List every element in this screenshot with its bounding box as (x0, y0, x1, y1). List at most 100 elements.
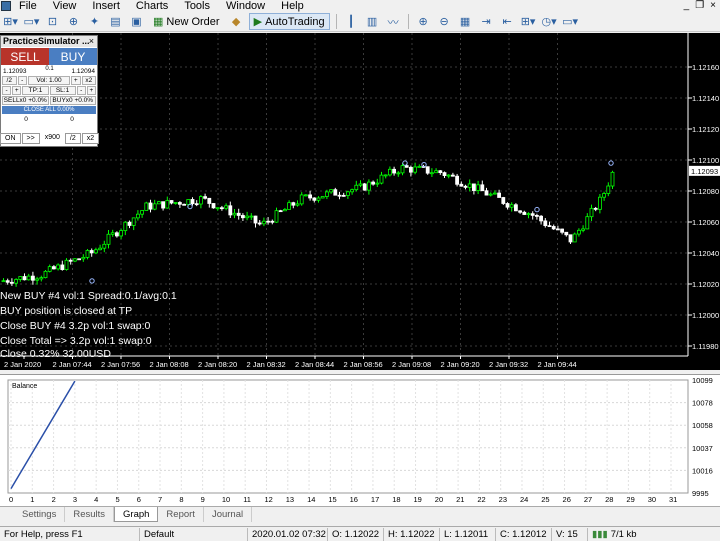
minimize-button[interactable]: _ (684, 0, 690, 12)
volume-plus-button[interactable]: + (71, 76, 81, 85)
price-label: 1.12140 (692, 94, 719, 103)
candlestick-icon[interactable]: ▥ (364, 13, 381, 30)
candle-body (131, 217, 136, 226)
candle-body (123, 221, 128, 232)
restore-button[interactable]: ❐ (695, 0, 704, 12)
time-label: 2 Jan 09:32 (489, 360, 528, 369)
metaeditor-icon[interactable]: ◆ (228, 13, 245, 30)
speed-on-button[interactable]: ON (0, 133, 21, 144)
toolbar-separator (335, 14, 337, 29)
chart-shift-icon[interactable]: ⇤ (499, 13, 516, 30)
trade-log-line: New BUY #4 vol:1 Spread:0.1/avg:0.1 (0, 290, 177, 302)
menu-tools[interactable]: Tools (176, 0, 218, 12)
traffic-text: 7/1 kb (610, 528, 637, 540)
terminal-icon[interactable]: ▤ (107, 13, 124, 30)
volume-minus-button[interactable]: - (17, 76, 27, 85)
sl-minus-button[interactable]: - (76, 86, 86, 95)
tab-journal[interactable]: Journal (204, 507, 253, 522)
tab-results[interactable]: Results (65, 507, 115, 522)
menu-window[interactable]: Window (218, 0, 273, 12)
tp-plus-button[interactable]: + (12, 86, 22, 95)
candle-body (551, 226, 556, 230)
candle-body (341, 194, 346, 197)
line-chart-icon[interactable]: 〰 (385, 13, 402, 30)
tile-windows-icon[interactable]: ▦ (457, 13, 474, 30)
templates-icon[interactable]: ▭▾ (562, 13, 579, 30)
data-window-icon[interactable]: ⊕ (65, 13, 82, 30)
volume-half-button[interactable]: /2 (2, 76, 17, 85)
tab-report[interactable]: Report (158, 507, 204, 522)
volume-field[interactable]: Vol: 1.00 (28, 76, 70, 85)
balance-x-label: 17 (371, 495, 379, 504)
indicators-icon[interactable]: ⊞▾ (520, 13, 537, 30)
menu-charts[interactable]: Charts (128, 0, 176, 12)
price-chart[interactable]: 1.12160 1.12140 1.12120 1.12100 1.12080 1.120… (0, 33, 720, 370)
periods-icon[interactable]: ◷▾ (541, 13, 558, 30)
candle-body (156, 201, 161, 205)
candle-body (5, 280, 10, 283)
panel-close-button[interactable]: × (89, 36, 94, 47)
bar-chart-icon[interactable]: ┃ (343, 13, 360, 30)
autoscroll-icon[interactable]: ⇥ (478, 13, 495, 30)
navigator-icon[interactable]: ✦ (86, 13, 103, 30)
new-chart-icon[interactable]: ⊞▾ (2, 13, 19, 30)
menu-file[interactable]: File (11, 0, 45, 12)
sell-button[interactable]: SELL (1, 48, 49, 65)
zoom-in-icon[interactable]: ⊕ (415, 13, 432, 30)
candle-body (530, 213, 535, 216)
app-icon[interactable] (1, 1, 11, 11)
candle-body (543, 220, 548, 227)
balance-x-label: 13 (286, 495, 294, 504)
new-order-button[interactable]: ▦ New Order (149, 13, 224, 30)
sl-field[interactable]: SL:1 (49, 86, 76, 95)
candle-body (413, 166, 418, 173)
candle-body (497, 192, 502, 198)
trade-marker (608, 160, 614, 166)
candle-body (177, 202, 182, 205)
menu-help[interactable]: Help (273, 0, 312, 12)
close-window-button[interactable]: × (710, 0, 716, 12)
candle-body (476, 184, 481, 191)
balance-x-label: 0 (9, 495, 13, 504)
fast-forward-button[interactable]: >> (21, 133, 40, 144)
candle-body (119, 230, 123, 237)
buy-button[interactable]: BUY (49, 48, 97, 65)
sl-plus-button[interactable]: + (86, 86, 96, 95)
strategy-tester-icon[interactable]: ▣ (128, 13, 145, 30)
candle-body (446, 174, 451, 177)
volume-double-button[interactable]: x2 (81, 76, 96, 85)
close-all-button[interactable]: CLOSE ALL 0.00% (2, 106, 96, 114)
candle-body (371, 181, 376, 185)
balance-x-label: 7 (158, 495, 162, 504)
candle-body (219, 207, 224, 210)
autotrading-button[interactable]: ▶ AutoTrading (248, 13, 330, 30)
balance-x-label: 1 (30, 495, 34, 504)
balance-x-label: 11 (243, 495, 251, 504)
time-label: 2 Jan 09:20 (441, 360, 480, 369)
candle-body (64, 259, 69, 270)
candle-body (270, 220, 275, 223)
tab-settings[interactable]: Settings (14, 507, 66, 522)
candle-body (77, 258, 81, 261)
tab-graph[interactable]: Graph (114, 507, 159, 522)
tp-minus-button[interactable]: - (2, 86, 12, 95)
candle-body (9, 281, 14, 284)
candle-body (266, 220, 271, 223)
sell-position-status[interactable]: SELLx0 +0.0% (2, 96, 49, 105)
speed-double-button[interactable]: x2 (81, 133, 100, 144)
market-watch-icon[interactable]: ⊡ (44, 13, 61, 30)
buy-position-status[interactable]: BUYx0 +0.0% (49, 96, 96, 105)
menu-view[interactable]: View (45, 0, 85, 12)
menu-insert[interactable]: Insert (84, 0, 128, 12)
candle-body (152, 203, 157, 210)
candle-body (207, 197, 212, 204)
balance-x-label: 10 (222, 495, 230, 504)
candle-body (291, 202, 296, 206)
speed-half-button[interactable]: /2 (64, 133, 81, 144)
profiles-icon[interactable]: ▭▾ (23, 13, 40, 30)
candle-body (249, 215, 254, 218)
zoom-out-icon[interactable]: ⊖ (436, 13, 453, 30)
candle-body (442, 172, 447, 176)
autotrading-icon: ▶ (253, 16, 263, 28)
tp-field[interactable]: TP:1 (22, 86, 49, 95)
